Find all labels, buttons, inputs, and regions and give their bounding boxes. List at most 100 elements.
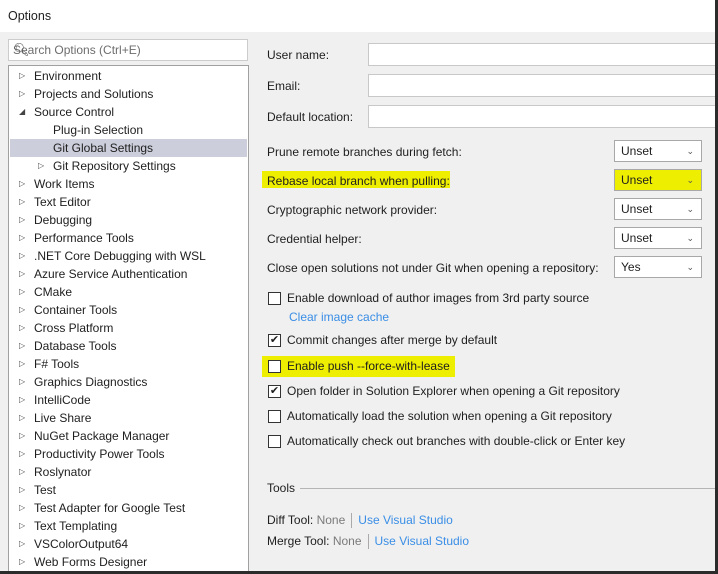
user-name-label: User name: xyxy=(267,48,330,62)
tree-item[interactable]: ▷ Debugging xyxy=(10,211,247,229)
collapsed-arrow-icon[interactable]: ▷ xyxy=(19,409,25,427)
collapsed-arrow-icon[interactable]: ▷ xyxy=(19,193,25,211)
expanded-arrow-icon[interactable]: ◢ xyxy=(19,103,25,121)
collapsed-arrow-icon[interactable]: ▷ xyxy=(19,463,25,481)
tree-item-label: Graphics Diagnostics xyxy=(34,375,148,389)
tree-item[interactable]: Plug-in Selection xyxy=(10,121,247,139)
checkbox-label[interactable]: Enable download of author images from 3r… xyxy=(287,291,589,305)
separator xyxy=(351,513,353,529)
tree-item-label: Work Items xyxy=(34,177,95,191)
tree-item-label: Text Editor xyxy=(34,195,91,209)
collapsed-arrow-icon[interactable]: ▷ xyxy=(19,481,25,499)
tree-item[interactable]: ▷ Web Forms Designer xyxy=(10,553,247,571)
tree-item[interactable]: ▷ Test Adapter for Google Test xyxy=(10,499,247,517)
tree-item[interactable]: ▷ Test xyxy=(10,481,247,499)
collapsed-arrow-icon[interactable]: ▷ xyxy=(19,535,25,553)
title-bar: Options xyxy=(0,0,715,32)
tree-item-label: Cross Platform xyxy=(34,321,114,335)
tree-item[interactable]: ▷ Azure Service Authentication xyxy=(10,265,247,283)
default-location-label: Default location: xyxy=(267,110,354,124)
checkbox[interactable]: ✔ xyxy=(268,334,281,347)
tree-item-label: .NET Core Debugging with WSL xyxy=(34,249,206,263)
tree-item[interactable]: ▷ NuGet Package Manager xyxy=(10,427,247,445)
diff-tool-label: Diff Tool: xyxy=(267,513,314,527)
collapsed-arrow-icon[interactable]: ▷ xyxy=(19,301,25,319)
checkbox-label[interactable]: Commit changes after merge by default xyxy=(287,333,497,347)
collapsed-arrow-icon[interactable]: ▷ xyxy=(19,265,25,283)
tree-item[interactable]: ▷ Performance Tools xyxy=(10,229,247,247)
chevron-down-icon: ⌄ xyxy=(686,175,694,185)
email-input[interactable] xyxy=(368,74,715,97)
collapsed-arrow-icon[interactable]: ▷ xyxy=(19,517,25,535)
options-tree[interactable]: ▷ Environment ▷ Projects and Solutions ◢ Sour… xyxy=(8,65,249,571)
merge-tool-label: Merge Tool: xyxy=(267,534,330,548)
tree-item-label: Debugging xyxy=(34,213,93,227)
dropdown-label: Rebase local branch when pulling: xyxy=(267,174,450,188)
checkbox-label[interactable]: Automatically check out branches with do… xyxy=(287,434,625,448)
default-location-input[interactable] xyxy=(368,105,715,128)
collapsed-arrow-icon[interactable]: ▷ xyxy=(19,175,25,193)
collapsed-arrow-icon[interactable]: ▷ xyxy=(19,427,25,445)
collapsed-arrow-icon[interactable]: ▷ xyxy=(19,499,25,517)
collapsed-arrow-icon[interactable]: ▷ xyxy=(19,85,25,103)
tree-item[interactable]: ▷ Projects and Solutions xyxy=(10,85,247,103)
tree-item[interactable]: ▷ Live Share xyxy=(10,409,247,427)
checkbox-label[interactable]: Enable push --force-with-lease xyxy=(287,359,450,373)
tree-item[interactable]: ▷ VSColorOutput64 xyxy=(10,535,247,553)
clear-image-cache-link[interactable]: Clear image cache xyxy=(289,310,389,324)
tree-item[interactable]: ▷ Productivity Power Tools xyxy=(10,445,247,463)
setting-dropdown[interactable]: Unset ⌄ xyxy=(614,169,702,191)
tree-item[interactable]: ▷ Environment xyxy=(10,67,247,85)
user-name-input[interactable] xyxy=(368,43,715,66)
collapsed-arrow-icon[interactable]: ▷ xyxy=(19,373,25,391)
dropdown-label: Credential helper: xyxy=(267,232,362,246)
checkbox-label[interactable]: Automatically load the solution when ope… xyxy=(287,409,612,423)
checkbox[interactable] xyxy=(268,360,281,373)
tree-item[interactable]: ▷ Container Tools xyxy=(10,301,247,319)
chevron-down-icon: ⌄ xyxy=(686,146,694,156)
collapsed-arrow-icon[interactable]: ▷ xyxy=(38,157,44,175)
checkbox[interactable] xyxy=(268,292,281,305)
collapsed-arrow-icon[interactable]: ▷ xyxy=(19,229,25,247)
tree-item[interactable]: ▷ CMake xyxy=(10,283,247,301)
tree-item[interactable]: Git Global Settings xyxy=(10,139,247,157)
checkbox[interactable] xyxy=(268,410,281,423)
tree-item[interactable]: ◢ Source Control xyxy=(10,103,247,121)
collapsed-arrow-icon[interactable]: ▷ xyxy=(19,283,25,301)
collapsed-arrow-icon[interactable]: ▷ xyxy=(19,445,25,463)
tree-item-label: Text Templating xyxy=(34,519,118,533)
tree-item[interactable]: ▷ .NET Core Debugging with WSL xyxy=(10,247,247,265)
collapsed-arrow-icon[interactable]: ▷ xyxy=(19,553,25,571)
tree-item[interactable]: ▷ Text Editor xyxy=(10,193,247,211)
tree-item[interactable]: ▷ IntelliCode xyxy=(10,391,247,409)
tree-item[interactable]: ▷ Text Templating xyxy=(10,517,247,535)
chevron-down-icon: ⌄ xyxy=(686,262,694,272)
tree-item[interactable]: ▷ Git Repository Settings xyxy=(10,157,247,175)
tree-item[interactable]: ▷ Database Tools xyxy=(10,337,247,355)
collapsed-arrow-icon[interactable]: ▷ xyxy=(19,391,25,409)
options-dialog: Options Search Options (Ctrl+E) 🔍︎ ▷ Envi… xyxy=(0,0,715,571)
collapsed-arrow-icon[interactable]: ▷ xyxy=(19,355,25,373)
window-title: Options xyxy=(8,9,52,23)
search-input[interactable]: Search Options (Ctrl+E) 🔍︎ xyxy=(8,39,248,61)
collapsed-arrow-icon[interactable]: ▷ xyxy=(19,247,25,265)
collapsed-arrow-icon[interactable]: ▷ xyxy=(19,67,25,85)
setting-dropdown[interactable]: Yes ⌄ xyxy=(614,256,702,278)
tree-item-label: Environment xyxy=(34,69,102,83)
merge-use-vs-link[interactable]: Use Visual Studio xyxy=(375,534,470,548)
tree-item[interactable]: ▷ Graphics Diagnostics xyxy=(10,373,247,391)
checkbox[interactable]: ✔ xyxy=(268,385,281,398)
tree-item[interactable]: ▷ Work Items xyxy=(10,175,247,193)
tree-item[interactable]: ▷ F# Tools xyxy=(10,355,247,373)
collapsed-arrow-icon[interactable]: ▷ xyxy=(19,337,25,355)
checkbox[interactable] xyxy=(268,435,281,448)
setting-dropdown[interactable]: Unset ⌄ xyxy=(614,227,702,249)
collapsed-arrow-icon[interactable]: ▷ xyxy=(19,211,25,229)
tree-item[interactable]: ▷ Roslynator xyxy=(10,463,247,481)
checkbox-label[interactable]: Open folder in Solution Explorer when op… xyxy=(287,384,620,398)
setting-dropdown[interactable]: Unset ⌄ xyxy=(614,198,702,220)
collapsed-arrow-icon[interactable]: ▷ xyxy=(19,319,25,337)
setting-dropdown[interactable]: Unset ⌄ xyxy=(614,140,702,162)
diff-use-vs-link[interactable]: Use Visual Studio xyxy=(358,513,453,527)
tree-item[interactable]: ▷ Cross Platform xyxy=(10,319,247,337)
